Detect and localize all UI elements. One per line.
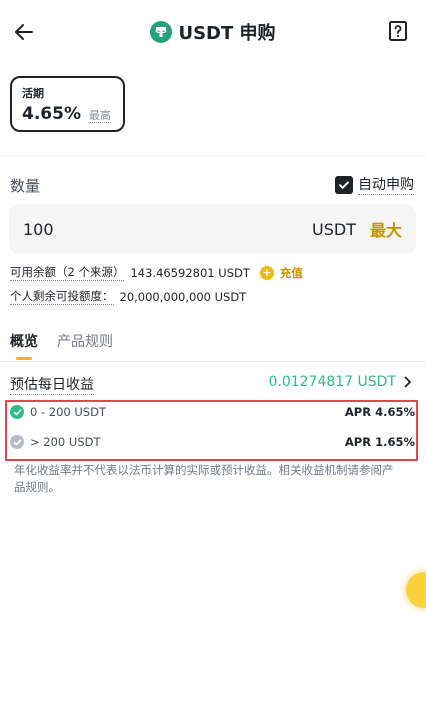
tier-range: 0 - 200 USDT (30, 405, 106, 419)
term-label: 活期 (22, 87, 44, 100)
page-header: USDT 申购 (0, 18, 426, 46)
available-balance-label: 可用余额（2 个来源） (10, 265, 125, 281)
section-divider (0, 155, 426, 156)
auto-subscribe-toggle[interactable]: 自动申购 (335, 174, 414, 195)
tier-range: > 200 USDT (30, 435, 101, 449)
amount-unit: USDT (312, 219, 356, 239)
amount-input-box: USDT 最大 (9, 204, 416, 254)
page-title: USDT 申购 (178, 23, 276, 44)
tab-overview[interactable]: 概览 (10, 331, 38, 351)
apr-disclaimer: 年化收益率并不代表以法币计算的实际或预计收益。相关收益机制请参阅产品规则。 (14, 463, 394, 494)
chevron-right-icon (404, 376, 411, 388)
help-book-icon[interactable] (387, 20, 409, 42)
available-balance-value: 143.46592801 USDT (130, 265, 250, 280)
tabs-divider (0, 361, 426, 362)
term-rate-value: 4.65% (22, 104, 81, 124)
estimated-daily-earnings-label: 预估每日收益 (10, 374, 94, 395)
term-rate: 4.65% 最高 (22, 104, 113, 124)
estimated-daily-earnings[interactable]: 0.01274817 USDT (268, 374, 412, 390)
usdt-logo-icon (150, 21, 173, 43)
quota-value: 20,000,000,000 USDT (119, 289, 247, 304)
check-circle-icon (10, 435, 24, 449)
estimated-daily-earnings-value: 0.01274817 USDT (268, 374, 396, 390)
check-circle-icon (10, 405, 24, 419)
term-rate-suffix: 最高 (88, 109, 111, 123)
term-option-flexible[interactable]: 活期 4.65% 最高 (10, 76, 125, 132)
tier-apr: APR 1.65% (344, 435, 415, 449)
active-tab-indicator (16, 357, 32, 360)
auto-subscribe-checkbox[interactable] (335, 175, 353, 194)
quota-row: 个人剩余可投额度： 20,000,000,000 USDT (10, 288, 246, 305)
tab-product-rules[interactable]: 产品规则 (57, 331, 113, 351)
max-button[interactable]: 最大 (370, 217, 402, 241)
tier-row: > 200 USDT APR 1.65% (10, 432, 415, 452)
tier-row: 0 - 200 USDT APR 4.65% (10, 402, 415, 422)
floating-assistant-button[interactable] (406, 572, 426, 608)
quantity-label: 数量 (10, 177, 41, 195)
amount-input[interactable] (23, 219, 313, 239)
available-balance-row: 可用余额（2 个来源） 143.46592801 USDT + 充值 (10, 264, 303, 281)
quota-label: 个人剩余可投额度： (10, 289, 114, 305)
tier-apr: APR 4.65% (344, 405, 415, 419)
auto-subscribe-label: 自动申购 (358, 174, 414, 195)
deposit-link[interactable]: 充值 (280, 265, 303, 281)
deposit-plus-icon[interactable]: + (259, 265, 274, 280)
